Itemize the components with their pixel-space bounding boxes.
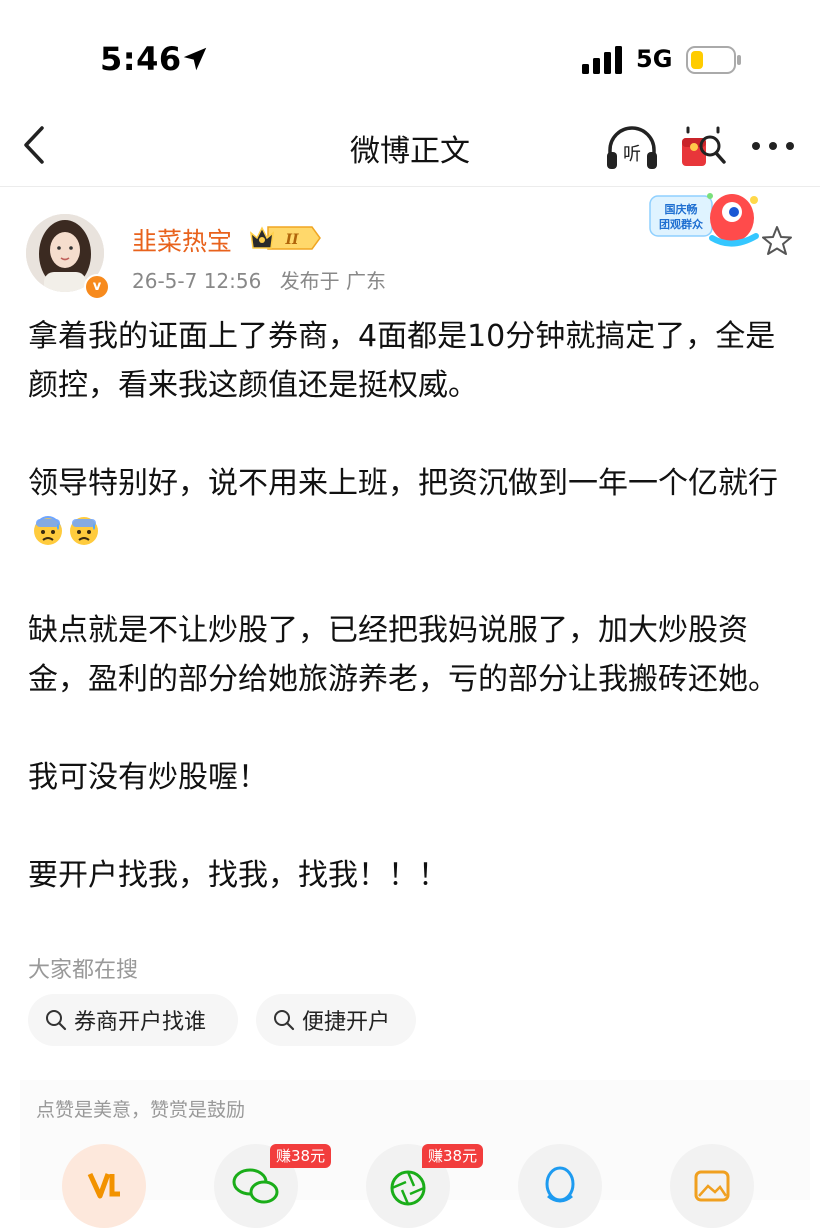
search-chip-label: 便捷开户	[302, 1010, 391, 1035]
nav-divider	[0, 186, 820, 187]
hot-search-title: 大家都在搜	[28, 958, 139, 983]
post-paragraph: 缺点就是不让炒股了，已经把我妈说服了，加大炒股资金，盈利的部分给她旅游养老，亏的…	[28, 613, 778, 697]
national-day-event-badge[interactable]: 国庆畅 团观群众	[646, 188, 766, 254]
post-paragraph: 拿着我的证面上了券商，4面都是10分钟就搞定了，全是颜控，看来我这颜值还是挺权威…	[28, 319, 776, 403]
search-chip[interactable]: 便捷开户	[256, 994, 416, 1046]
post-location: 发布于 广东	[279, 269, 387, 293]
search-icon	[274, 1010, 295, 1031]
svg-text:国庆畅: 国庆畅	[665, 202, 698, 216]
search-icon	[46, 1010, 67, 1031]
author-name[interactable]: 韭菜热宝	[132, 222, 232, 258]
post-body: 拿着我的证面上了券商，4面都是10分钟就搞定了，全是颜控，看来我这颜值还是挺权威…	[28, 312, 798, 949]
vip-like-icon	[87, 1172, 120, 1199]
reward-tag: 赚38元	[422, 1144, 484, 1168]
post-meta: 26-5-7 12:56 发布于 广东	[132, 265, 386, 294]
status-time: 5:46	[100, 40, 182, 78]
svg-text:团观群众: 团观群众	[659, 217, 704, 231]
vip-level-label: II	[284, 232, 299, 248]
vip-like-button[interactable]	[62, 1144, 146, 1228]
cellular-signal-icon	[582, 46, 622, 74]
listen-button[interactable]: 听	[604, 124, 660, 172]
ellipsis-icon[interactable]	[750, 136, 796, 156]
verified-v-icon: v	[84, 274, 110, 300]
tip-text: 点赞是美意，赞赏是鼓励	[36, 1099, 246, 1121]
qq-icon	[545, 1166, 575, 1203]
search-chip[interactable]: 券商开户找谁	[28, 994, 238, 1046]
anxious-sweat-emoji	[34, 516, 62, 545]
anxious-sweat-emoji	[70, 517, 98, 545]
search-chip-label: 券商开户找谁	[74, 1010, 207, 1035]
network-type: 5G	[636, 45, 673, 73]
post-paragraph: 要开户找我，找我，找我！！！	[28, 858, 448, 893]
vip-level-badge[interactable]: II	[248, 223, 322, 253]
star-outline-icon[interactable]	[760, 224, 794, 258]
post-paragraph: 我可没有炒股喔！	[28, 760, 268, 795]
image-share-button[interactable]	[670, 1144, 754, 1228]
listen-label: 听	[623, 144, 641, 165]
location-arrow-icon	[183, 47, 207, 71]
headphones-icon: 听	[607, 126, 657, 169]
battery-icon	[686, 46, 741, 74]
reward-tag: 赚38元	[270, 1144, 332, 1168]
image-icon	[694, 1170, 730, 1202]
post-paragraph: 领导特别好，说不用来上班，把资沉做到一年一个亿就行	[28, 459, 798, 557]
red-envelope-icon[interactable]	[680, 126, 726, 168]
post-timestamp: 26-5-7 12:56	[132, 269, 262, 293]
post-paragraph-text: 领导特别好，说不用来上班，把资沉做到一年一个亿就行	[28, 466, 778, 501]
qq-share-button[interactable]	[518, 1144, 602, 1228]
